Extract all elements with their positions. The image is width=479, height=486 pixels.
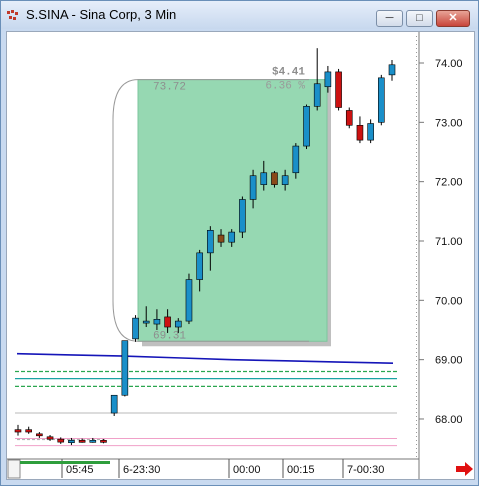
candle-body (367, 123, 374, 141)
candle-body (324, 71, 332, 88)
x-tick-label: 05:45 (66, 464, 94, 476)
candle-body (132, 317, 139, 340)
candle-body (228, 231, 236, 243)
candle-body (36, 433, 43, 437)
candle (185, 273, 193, 325)
candle (356, 116, 364, 144)
candle (14, 424, 22, 436)
y-tick-label: 68.00 (435, 414, 463, 426)
y-tick-label: 69.00 (435, 355, 463, 367)
candle-body (217, 234, 225, 243)
x-tick-label: 00:00 (233, 464, 261, 476)
candle-body (100, 440, 107, 443)
candle (36, 432, 43, 438)
candle-body (57, 438, 65, 443)
title-bar[interactable]: S.SINA - Sina Corp, 3 Min ─ □ ✕ (1, 1, 478, 29)
candle-body (121, 340, 129, 396)
candle-body (164, 316, 171, 328)
candle-body (249, 175, 257, 200)
candle-body (356, 124, 364, 141)
candle-body (68, 440, 75, 444)
candle-body (14, 429, 22, 433)
candle-body (313, 83, 321, 107)
window-title: S.SINA - Sina Corp, 3 Min (26, 7, 177, 22)
x-tick-label: 7-00:30 (347, 464, 384, 476)
dollar-change-label: $4.41 (272, 67, 305, 79)
candle-body (271, 172, 278, 185)
candle-body (78, 440, 86, 443)
maximize-icon: □ (416, 12, 423, 24)
candle-body (142, 320, 150, 324)
chart-window: S.SINA - Sina Corp, 3 Min ─ □ ✕ 74.00 73.… (0, 0, 479, 486)
candle (100, 439, 107, 444)
y-tick-label: 74.00 (435, 58, 463, 70)
candle (110, 394, 118, 417)
scroll-handle[interactable] (7, 459, 21, 479)
maximize-button[interactable]: □ (406, 10, 433, 27)
candle-body (153, 319, 161, 325)
x-tick-label: 6-23:30 (123, 464, 160, 476)
percent-change-label: 6.36 % (265, 81, 305, 93)
candle (345, 107, 353, 129)
candle-body (281, 175, 289, 185)
candle-body (174, 320, 182, 328)
candle-body (185, 279, 193, 322)
close-icon: ✕ (448, 12, 458, 24)
candle-body (345, 110, 353, 126)
candle-body (388, 64, 396, 76)
price-chart[interactable]: 74.00 73.00 72.00 71.00 70.00 69.00 68.00 05:4… (7, 32, 474, 479)
candle-body (292, 145, 300, 174)
candle-body (89, 440, 97, 443)
candle-body (196, 252, 203, 280)
candle (239, 196, 246, 239)
candle (132, 315, 139, 342)
x-tick-label: 00:15 (287, 464, 315, 476)
candle-body (303, 106, 310, 147)
top-price-label: 73.72 (153, 82, 186, 94)
chart-area[interactable]: 74.00 73.00 72.00 71.00 70.00 69.00 68.00 05:4… (6, 31, 475, 480)
candle-body (378, 77, 385, 123)
close-button[interactable]: ✕ (436, 10, 470, 27)
y-tick-label: 72.00 (435, 177, 463, 189)
measure-tool[interactable]: $4.41 6.36 % 73.72 69.31 (112, 67, 331, 347)
bottom-price-label: 69.31 (153, 330, 186, 342)
red-arrow-right-icon[interactable] (456, 462, 473, 476)
candle (303, 104, 310, 150)
candle-body (25, 429, 32, 433)
range-bar (20, 461, 110, 464)
candle (121, 340, 129, 397)
minimize-icon: ─ (385, 12, 394, 24)
moving-average-line (16, 352, 394, 365)
candle (388, 60, 396, 81)
y-tick-label: 71.00 (435, 236, 463, 248)
y-tick-label: 70.00 (435, 295, 463, 307)
candle-body (239, 199, 246, 233)
candle (25, 426, 32, 434)
y-tick-label: 73.00 (435, 117, 463, 129)
candle-body (46, 436, 54, 440)
candle (378, 74, 385, 126)
candle-body (260, 172, 268, 185)
candle-body (207, 230, 214, 254)
candle (335, 68, 342, 111)
candle-body (110, 394, 118, 414)
candle (367, 119, 374, 144)
app-logo-icon (7, 10, 18, 20)
minimize-button[interactable]: ─ (376, 10, 403, 27)
candle-body (335, 71, 342, 108)
